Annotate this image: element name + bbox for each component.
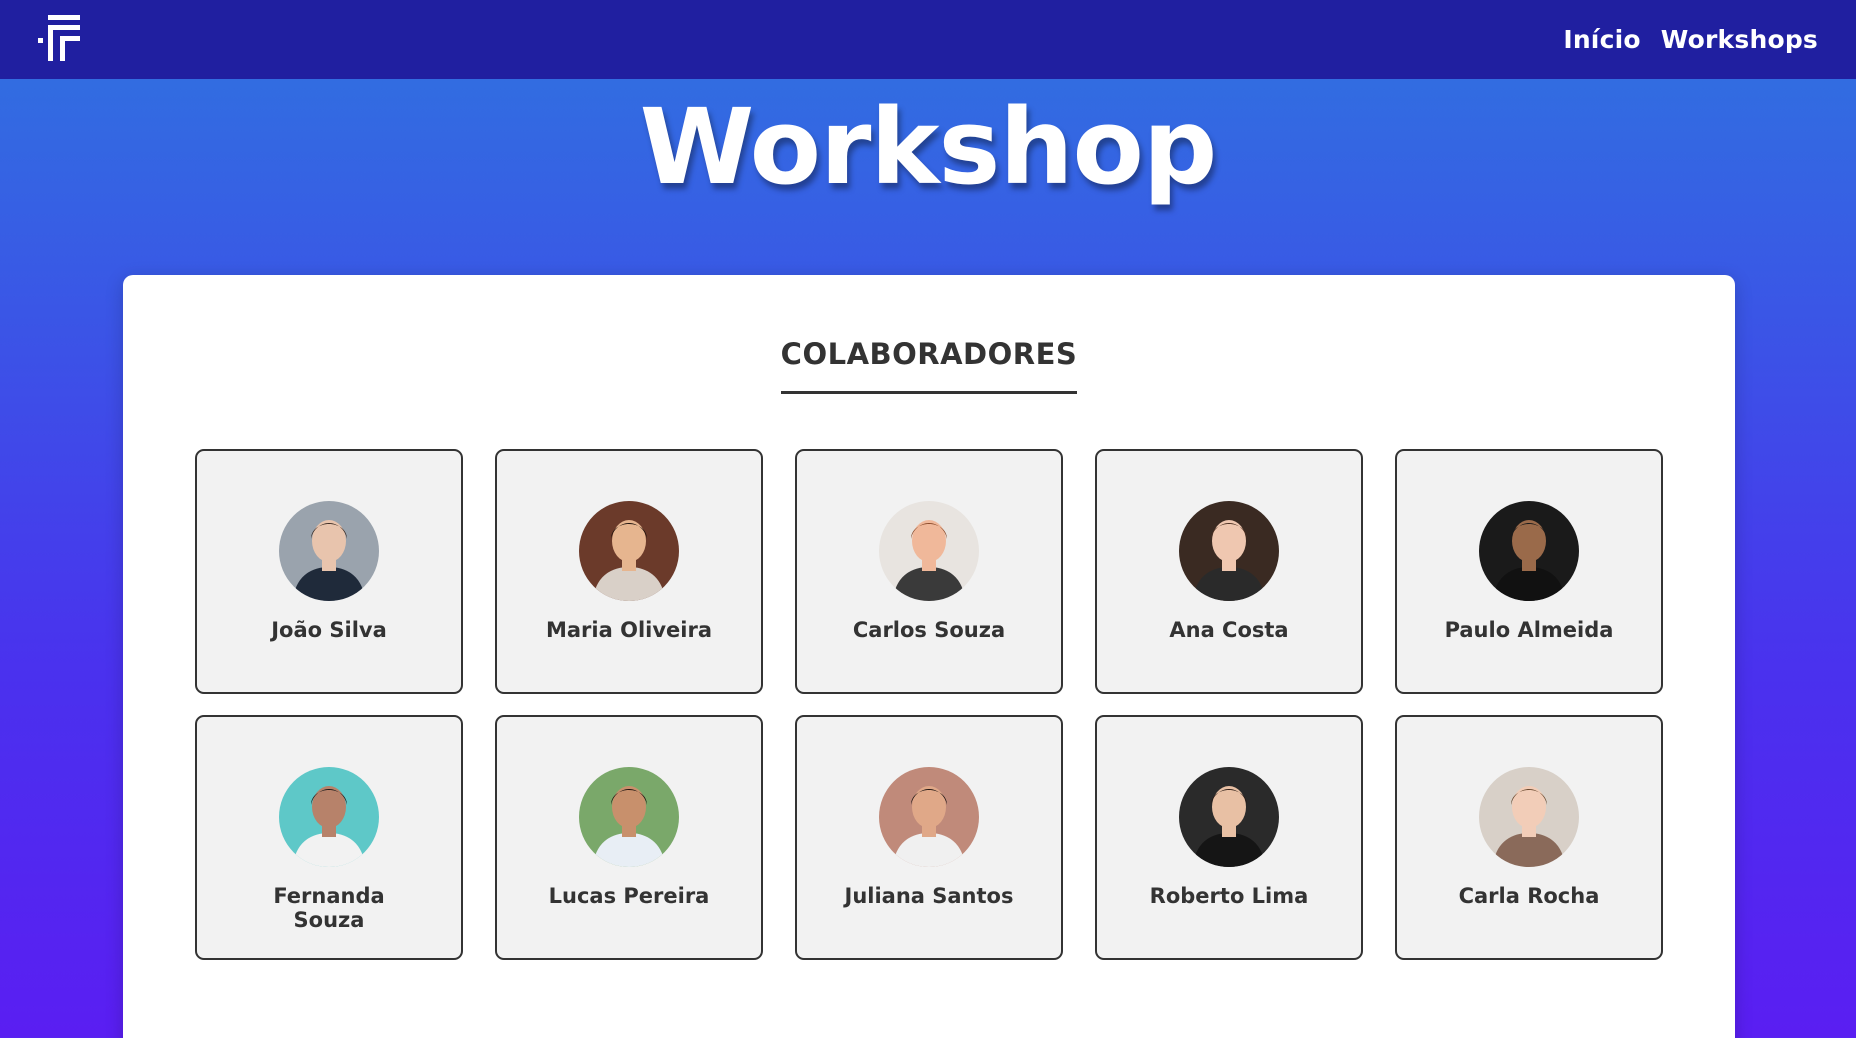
avatar (279, 767, 379, 867)
avatar (1479, 501, 1579, 601)
collaborator-card[interactable]: Carlos Souza (795, 449, 1063, 694)
collaborator-card[interactable]: Lucas Pereira (495, 715, 763, 960)
collaborator-name: Juliana Santos (844, 884, 1014, 908)
avatar (279, 501, 379, 601)
collaborator-card[interactable]: João Silva (195, 449, 463, 694)
collaborator-card[interactable]: Carla Rocha (1395, 715, 1663, 960)
collaborator-name: Maria Oliveira (545, 618, 712, 642)
collaborator-card[interactable]: Juliana Santos (795, 715, 1063, 960)
collaborator-card[interactable]: Roberto Lima (1095, 715, 1363, 960)
nav-link-workshops[interactable]: Workshops (1661, 25, 1818, 54)
section-title: COLABORADORES (780, 337, 1078, 394)
collaborator-card[interactable]: Ana Costa (1095, 449, 1363, 694)
avatar (879, 767, 979, 867)
avatar (1179, 501, 1279, 601)
collaborator-name: Roberto Lima (1149, 884, 1309, 908)
collaborator-name: Carla Rocha (1458, 884, 1600, 908)
avatar (1479, 767, 1579, 867)
collaborator-name: João Silva (271, 618, 387, 642)
nav-link-inicio[interactable]: Início (1563, 25, 1640, 54)
collaborator-name: Paulo Almeida (1444, 618, 1614, 642)
avatar (1179, 767, 1279, 867)
collaborators-card: COLABORADORES João Silva Maria Oliveira Ca… (123, 275, 1735, 1038)
collaborator-name: Lucas Pereira (548, 884, 710, 908)
section-heading: COLABORADORES (123, 337, 1735, 394)
avatar (579, 501, 679, 601)
collaborator-name: Carlos Souza (852, 618, 1006, 642)
avatar (579, 767, 679, 867)
avatar (879, 501, 979, 601)
page-title: Workshop (639, 86, 1218, 208)
collaborator-card[interactable]: Paulo Almeida (1395, 449, 1663, 694)
collaborator-card[interactable]: Fernanda Souza (195, 715, 463, 960)
collaborator-name: Fernanda Souza (273, 884, 385, 933)
top-navbar: Início Workshops (0, 0, 1856, 79)
collaborator-card[interactable]: Maria Oliveira (495, 449, 763, 694)
collaborators-grid: João Silva Maria Oliveira Carlos Souza Ana … (195, 449, 1663, 960)
collaborator-name: Ana Costa (1169, 618, 1289, 642)
brand-logo-icon[interactable] (38, 13, 92, 67)
main-nav: Início Workshops (1563, 25, 1818, 54)
